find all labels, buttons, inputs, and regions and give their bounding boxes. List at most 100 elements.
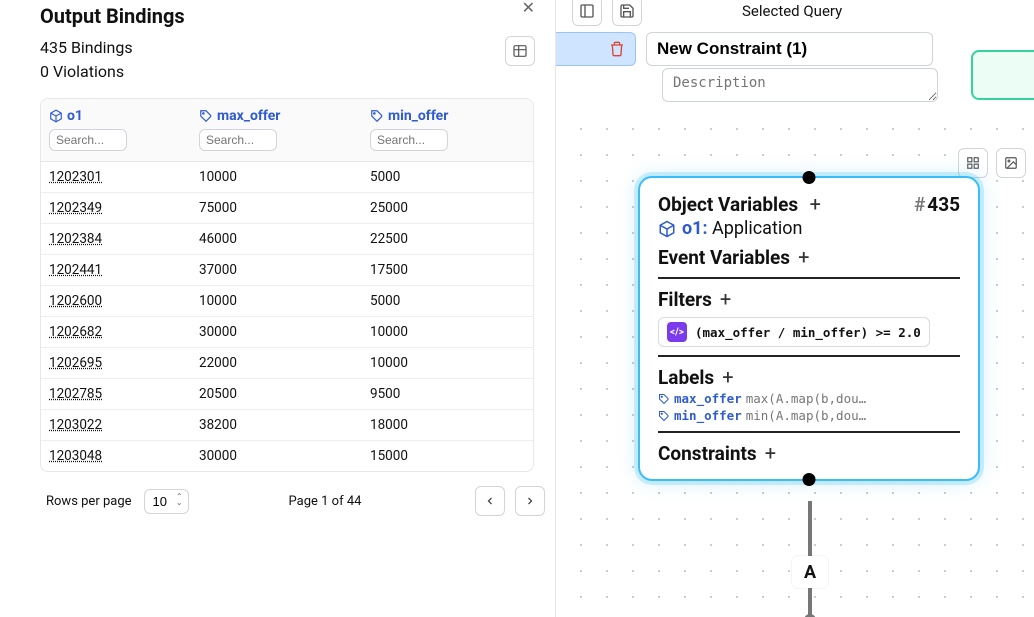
cell-o1[interactable]: 1202349 [41,193,191,223]
summary-row: 435 Bindings 0 Violations [40,36,545,84]
node-handle-top[interactable] [803,171,816,184]
image-icon [1004,156,1018,170]
cell-min: 9500 [362,379,533,409]
cell-max: 30000 [191,317,362,347]
query-node[interactable]: Object Variables + #435 o1: Application … [638,176,980,481]
table-row: 12030483000015000 [41,441,533,471]
prev-page-button[interactable] [475,486,505,516]
table-row: 1202301100005000 [41,162,533,193]
cell-max: 37000 [191,255,362,285]
labels-title: Labels [658,366,714,389]
grid-icon [966,156,980,170]
cell-min: 15000 [362,441,533,471]
chevron-right-icon [524,495,536,507]
label-max-offer[interactable]: max_offer max(A.map(b,dou… [658,391,960,406]
search-o1[interactable] [49,129,127,151]
cell-min: 10000 [362,348,533,378]
status-box [971,50,1034,100]
constraints-title: Constraints [658,442,757,465]
table-row: 12024413700017500 [41,255,533,286]
search-min[interactable] [370,129,448,151]
rows-per-page-select[interactable]: 10 [144,489,189,514]
graph-canvas[interactable]: Object Variables + #435 o1: Application … [556,104,1034,617]
query-editor-area: Selected Query Object Variables + #435 [556,0,1034,617]
pager: Rows per page 10 Page 1 of 44 [46,486,545,516]
table-header: o1 max_offer min_offer [41,99,533,162]
violations-count: 0 Violations [40,60,133,84]
add-object-variable[interactable]: + [810,192,821,216]
cell-max: 22000 [191,348,362,378]
tag-icon [658,410,670,422]
close-icon[interactable]: ✕ [522,0,535,17]
event-variables-title: Event Variables [658,246,790,269]
cell-max: 38200 [191,410,362,440]
filter-chip[interactable]: </> (max_offer / min_offer) >= 2.0 [658,317,930,347]
tag-icon [370,109,384,123]
cell-o1[interactable]: 1203022 [41,410,191,440]
table-row: 12023844600022500 [41,224,533,255]
col-max-offer[interactable]: max_offer [191,99,362,161]
table-view-button[interactable] [505,36,535,66]
selected-query-label: Selected Query [742,2,842,20]
layout-button[interactable] [572,0,602,26]
node-count: 435 [927,193,960,216]
cube-icon [658,220,676,238]
object-variable-o1[interactable]: o1: Application [658,218,960,239]
save-button[interactable] [612,0,642,26]
cell-min: 10000 [362,317,533,347]
cell-max: 30000 [191,441,362,471]
add-event-variable[interactable]: + [798,245,809,269]
cell-o1[interactable]: 1202695 [41,348,191,378]
constraint-name-input[interactable] [646,32,933,66]
cell-o1[interactable]: 1202600 [41,286,191,316]
cell-max: 75000 [191,193,362,223]
table-row: 12030223820018000 [41,410,533,441]
label-min-offer[interactable]: min_offer min(A.map(b,dou… [658,408,960,423]
table-row: 1202785205009500 [41,379,533,410]
selected-constraint-chip[interactable] [556,32,636,66]
cell-o1[interactable]: 1202682 [41,317,191,347]
image-button[interactable] [996,148,1026,178]
page-info: Page 1 of 44 [289,494,362,509]
rows-per-page-label: Rows per page [46,494,132,509]
table-row: 12026823000010000 [41,317,533,348]
add-label[interactable]: + [722,365,733,389]
output-bindings-panel: ✕ Output Bindings 435 Bindings 0 Violati… [0,0,556,617]
col-min-offer[interactable]: min_offer [362,99,533,161]
cell-o1[interactable]: 1202441 [41,255,191,285]
search-max[interactable] [199,129,277,151]
cell-o1[interactable]: 1202785 [41,379,191,409]
bindings-table: o1 max_offer min_offer 12023011000050001… [40,98,534,472]
cell-min: 22500 [362,224,533,254]
add-filter[interactable]: + [720,287,731,311]
save-icon [619,3,635,19]
cell-o1[interactable]: 1203048 [41,441,191,471]
col-o1[interactable]: o1 [41,99,191,161]
panel-title: Output Bindings [40,4,545,28]
cell-min: 17500 [362,255,533,285]
filters-title: Filters [658,288,712,311]
cell-o1[interactable]: 1202384 [41,224,191,254]
cell-max: 20500 [191,379,362,409]
object-variables-title: Object Variables [658,193,798,216]
tag-icon [658,393,670,405]
cell-min: 5000 [362,286,533,316]
cell-o1[interactable]: 1202301 [41,162,191,192]
node-handle-bottom[interactable] [803,473,816,486]
cube-icon [49,109,63,123]
table-row: 1202600100005000 [41,286,533,317]
description-input[interactable] [662,68,938,102]
tag-icon [199,109,213,123]
cell-max: 10000 [191,286,362,316]
bindings-count: 435 Bindings [40,36,133,60]
table-row: 12026952200010000 [41,348,533,379]
add-constraint[interactable]: + [765,441,776,465]
summary-text: 435 Bindings 0 Violations [40,36,133,84]
layout-icon [579,3,595,19]
grid-button[interactable] [958,148,988,178]
edge-label[interactable]: A [792,556,828,588]
cell-min: 25000 [362,193,533,223]
trash-icon[interactable] [609,41,625,57]
next-page-button[interactable] [515,486,545,516]
cell-max: 10000 [191,162,362,192]
